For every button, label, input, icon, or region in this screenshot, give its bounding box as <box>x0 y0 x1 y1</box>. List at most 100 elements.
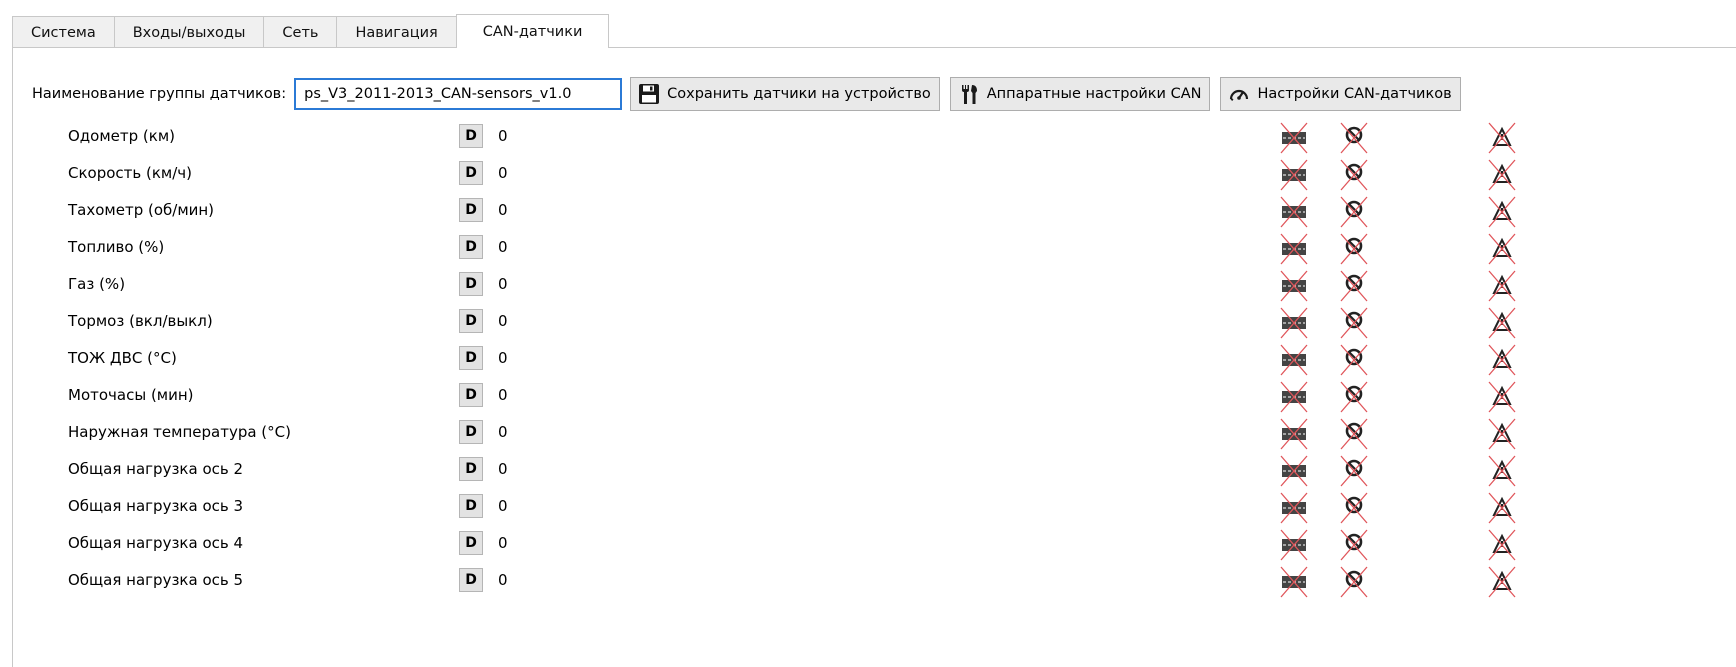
sensor-name: Тахометр (об/мин) <box>68 201 215 219</box>
speed-limit-disabled-icon <box>1339 529 1369 561</box>
warning-disabled-icon <box>1487 270 1517 302</box>
road-disabled-icon <box>1279 233 1309 265</box>
speed-limit-disabled-icon <box>1339 566 1369 598</box>
sensor-row[interactable]: Общая нагрузка ось 5 D 0 <box>0 564 1736 601</box>
tab-system[interactable]: Система <box>12 16 115 48</box>
sensor-name: Одометр (км) <box>68 127 176 145</box>
road-disabled-icon <box>1279 122 1309 154</box>
sensor-type-badge: D <box>459 494 483 518</box>
sensor-name: Топливо (%) <box>68 238 165 256</box>
speed-limit-disabled-icon <box>1339 418 1369 450</box>
sensor-row[interactable]: Общая нагрузка ось 3 D 0 <box>0 490 1736 527</box>
speed-limit-disabled-icon <box>1339 196 1369 228</box>
sensor-type-badge: D <box>459 531 483 555</box>
hardware-can-settings-button[interactable]: Аппаратные настройки CAN <box>949 77 1211 111</box>
sensor-type-badge: D <box>459 235 483 259</box>
speed-limit-disabled-icon <box>1339 122 1369 154</box>
tab-navigation[interactable]: Навигация <box>336 16 457 48</box>
warning-disabled-icon <box>1487 418 1517 450</box>
road-disabled-icon <box>1279 455 1309 487</box>
tab-network[interactable]: Сеть <box>263 16 338 48</box>
speed-limit-disabled-icon <box>1339 455 1369 487</box>
sensor-value: 0 <box>498 238 508 256</box>
sensor-row[interactable]: Тормоз (вкл/выкл) D 0 <box>0 305 1736 342</box>
gauge-icon <box>1227 82 1251 106</box>
warning-disabled-icon <box>1487 381 1517 413</box>
save-to-device-button[interactable]: Сохранить датчики на устройство <box>630 77 940 111</box>
warning-disabled-icon <box>1487 196 1517 228</box>
speed-limit-disabled-icon <box>1339 233 1369 265</box>
sensor-row[interactable]: Общая нагрузка ось 4 D 0 <box>0 527 1736 564</box>
sensor-name: Газ (%) <box>68 275 126 293</box>
tools-icon <box>957 82 981 106</box>
sensor-type-badge: D <box>459 457 483 481</box>
speed-limit-disabled-icon <box>1339 270 1369 302</box>
sensor-type-badge: D <box>459 346 483 370</box>
hardware-can-settings-label: Аппаратные настройки CAN <box>986 86 1202 102</box>
group-name-input[interactable] <box>294 78 623 110</box>
road-disabled-icon <box>1279 418 1309 450</box>
speed-limit-disabled-icon <box>1339 381 1369 413</box>
app-window: Система Входы/выходы Сеть Навигация CAN-… <box>0 0 1736 667</box>
sensor-value: 0 <box>498 571 508 589</box>
sensor-name: Общая нагрузка ось 4 <box>68 534 244 552</box>
sensor-name: Общая нагрузка ось 5 <box>68 571 244 589</box>
sensor-name: Скорость (км/ч) <box>68 164 192 182</box>
sensor-name: Моточасы (мин) <box>68 386 194 404</box>
sensor-row[interactable]: Общая нагрузка ось 2 D 0 <box>0 453 1736 490</box>
toolbar: Наименование группы датчиков: Сохранить … <box>32 77 1471 111</box>
sensor-value: 0 <box>498 497 508 515</box>
road-disabled-icon <box>1279 566 1309 598</box>
sensor-row[interactable]: Скорость (км/ч) D 0 <box>0 157 1736 194</box>
sensor-value: 0 <box>498 164 508 182</box>
sensor-name: Общая нагрузка ось 3 <box>68 497 244 515</box>
speed-limit-disabled-icon <box>1339 344 1369 376</box>
group-name-label: Наименование группы датчиков: <box>32 86 287 102</box>
sensor-row[interactable]: Газ (%) D 0 <box>0 268 1736 305</box>
tab-can-sensors[interactable]: CAN-датчики <box>455 14 610 48</box>
sensor-row[interactable]: Моточасы (мин) D 0 <box>0 379 1736 416</box>
sensor-name: Наружная температура (°С) <box>68 423 291 441</box>
road-disabled-icon <box>1279 492 1309 524</box>
can-sensor-settings-label: Настройки CAN-датчиков <box>1257 86 1452 102</box>
speed-limit-disabled-icon <box>1339 307 1369 339</box>
sensor-row[interactable]: Топливо (%) D 0 <box>0 231 1736 268</box>
can-sensor-settings-button[interactable]: Настройки CAN-датчиков <box>1220 77 1461 111</box>
sensor-row[interactable]: ТОЖ ДВС (°С) D 0 <box>0 342 1736 379</box>
warning-disabled-icon <box>1487 455 1517 487</box>
warning-disabled-icon <box>1487 566 1517 598</box>
road-disabled-icon <box>1279 196 1309 228</box>
warning-disabled-icon <box>1487 529 1517 561</box>
sensor-value: 0 <box>498 534 508 552</box>
sensor-row[interactable]: Наружная температура (°С) D 0 <box>0 416 1736 453</box>
sensor-value: 0 <box>498 349 508 367</box>
sensor-value: 0 <box>498 386 508 404</box>
warning-disabled-icon <box>1487 122 1517 154</box>
road-disabled-icon <box>1279 381 1309 413</box>
speed-limit-disabled-icon <box>1339 159 1369 191</box>
sensor-name: Общая нагрузка ось 2 <box>68 460 244 478</box>
sensor-row[interactable]: Тахометр (об/мин) D 0 <box>0 194 1736 231</box>
road-disabled-icon <box>1279 270 1309 302</box>
tab-io[interactable]: Входы/выходы <box>113 16 265 48</box>
sensor-type-badge: D <box>459 198 483 222</box>
sensor-name: ТОЖ ДВС (°С) <box>68 349 177 367</box>
sensor-value: 0 <box>498 423 508 441</box>
sensor-type-badge: D <box>459 272 483 296</box>
warning-disabled-icon <box>1487 233 1517 265</box>
road-disabled-icon <box>1279 529 1309 561</box>
sensor-value: 0 <box>498 201 508 219</box>
sensor-type-badge: D <box>459 568 483 592</box>
save-to-device-label: Сохранить датчики на устройство <box>667 86 931 102</box>
road-disabled-icon <box>1279 344 1309 376</box>
sensor-type-badge: D <box>459 309 483 333</box>
sensor-type-badge: D <box>459 420 483 444</box>
speed-limit-disabled-icon <box>1339 492 1369 524</box>
sensor-name: Тормоз (вкл/выкл) <box>68 312 213 330</box>
sensor-value: 0 <box>498 312 508 330</box>
sensor-row[interactable]: Одометр (км) D 0 <box>0 120 1736 157</box>
sensor-type-badge: D <box>459 161 483 185</box>
warning-disabled-icon <box>1487 492 1517 524</box>
tab-bar: Система Входы/выходы Сеть Навигация CAN-… <box>12 14 610 48</box>
road-disabled-icon <box>1279 307 1309 339</box>
